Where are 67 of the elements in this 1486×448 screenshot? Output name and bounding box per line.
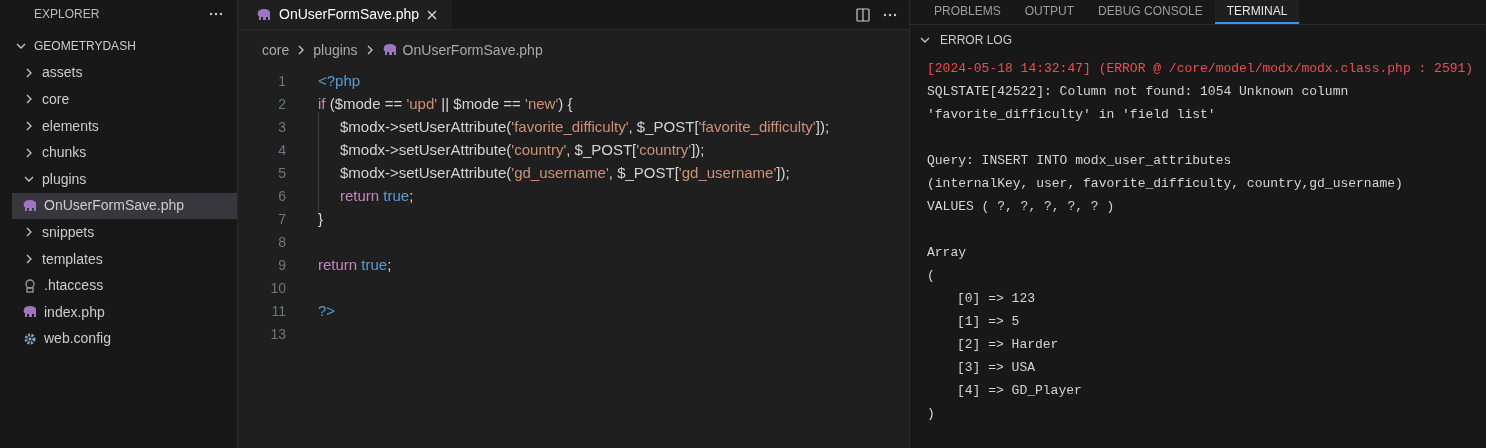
panel-tab[interactable]: OUTPUT [1012,0,1087,24]
log-line: [0] => 123 [957,291,1035,306]
more-icon[interactable] [883,12,897,17]
code-line: ?> [318,302,336,320]
log-line: 'favorite_difficulty' in 'field list' [927,107,1216,122]
log-line: [1] => 5 [957,314,1020,329]
tree-item[interactable]: web.config [0,325,237,353]
line-number: 1 [277,72,286,91]
breadcrumb-item[interactable]: OnUserFormSave.php [402,39,543,61]
line-number: 11 [270,302,286,321]
code-line: <?php [318,72,361,90]
line-number: 7 [277,210,286,229]
log-line: Query: INSERT INTO modx_user_attributes [927,153,1232,168]
tree-item[interactable]: templates [0,245,237,273]
log-line: ) [927,406,935,421]
split-editor-icon[interactable] [855,6,871,23]
line-number: 10 [269,279,286,298]
gear-icon [22,331,38,346]
elephant-icon [22,305,38,320]
log-line: [3] => USA [957,360,1035,375]
code-line: return true; [340,187,414,205]
elephant-icon [256,7,272,22]
line-number: 6 [277,187,286,206]
code-line: } [318,210,323,228]
log-line: Array [927,245,966,260]
code-line: if ($mode == 'upd' || $mode == 'new') { [318,95,573,113]
tree-item[interactable]: snippets [0,219,237,246]
tree-item[interactable]: chunks [0,139,237,166]
breadcrumb-item[interactable]: core [262,39,290,61]
editor-tab[interactable]: OnUserFormSave.php [238,0,453,29]
close-icon[interactable] [426,8,439,21]
log-line: VALUES ( ?, ?, ?, ?, ? ) [927,199,1115,214]
log-line: [4] => GD_Player [957,383,1082,398]
elephant-icon [22,198,38,213]
tree-item[interactable]: GEOMETRYDASH [0,33,237,60]
panel-tab[interactable]: PROBLEMS [922,0,1013,24]
panel-tab[interactable]: TERMINAL [1214,0,1300,24]
breadcrumb-item[interactable]: plugins [313,39,358,61]
tree-item[interactable]: core [0,86,237,113]
log-line: SQLSTATE[42522]: Column not found: 1054 Unknown column [927,84,1349,99]
log-line: [2] => Harder [957,337,1059,352]
line-number: 2 [277,95,286,114]
tree-item[interactable]: assets [0,59,237,87]
lock-icon [22,278,38,293]
line-number: 4 [277,141,286,160]
tree-item[interactable]: plugins [0,165,237,193]
code-line: $modx->setUserAttribute('gd_username', $_POST['gd_username']); [340,164,790,182]
code-line: return true; [318,256,392,274]
panel-tab[interactable]: DEBUG CONSOLE [1086,0,1215,24]
log-line: (internalKey, user, favorite_difficulty, country,gd_username) [927,176,1403,191]
elephant-icon [381,43,398,57]
log-line: ( [927,268,935,283]
tree-item[interactable]: OnUserFormSave.php [12,192,237,220]
more-icon [209,12,223,16]
tree-item[interactable]: index.php [0,298,237,326]
code-line: $modx->setUserAttribute('country', $_POST['country']); [340,141,705,159]
tree-item[interactable]: .htaccess [0,272,237,299]
code-line: $modx->setUserAttribute('favorite_difficulty', $_POST['favorite_difficulty']); [340,118,830,136]
tree-item[interactable]: elements [0,112,237,140]
line-number: 5 [277,164,286,183]
line-number: 3 [277,118,286,137]
section-title[interactable]: ERROR LOG [940,31,1012,50]
line-number: 8 [277,233,286,252]
error-line: [2024-05-18 14:32:47] (ERROR @ /core/model/modx/modx.class.php : 2591) [927,61,1474,76]
line-number: 9 [277,256,286,275]
line-number: 13 [269,325,286,344]
sidebar-title: EXPLORER [34,6,100,23]
